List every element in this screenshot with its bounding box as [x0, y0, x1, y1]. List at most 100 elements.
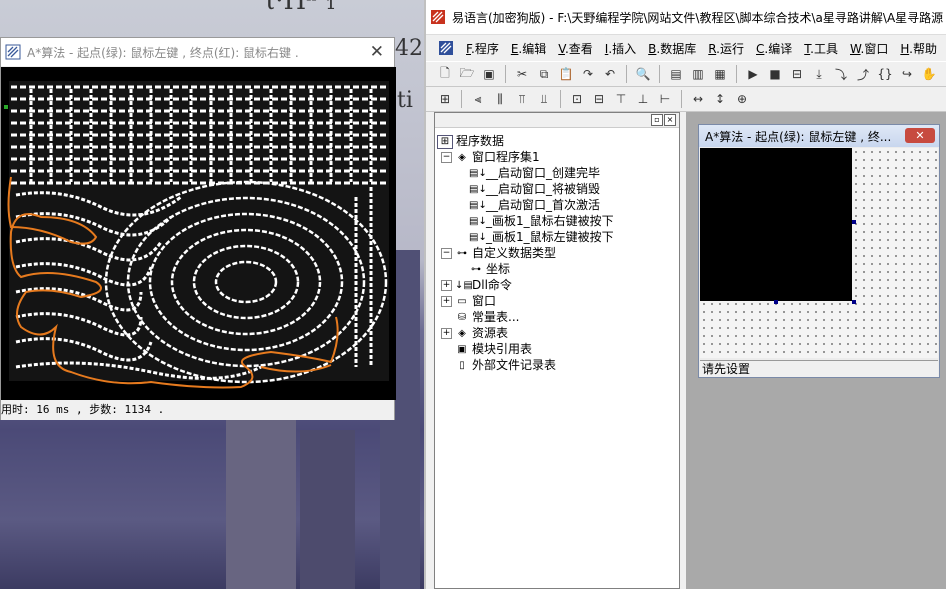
sub-icon: ▤↓ — [469, 215, 487, 227]
astar-titlebar[interactable]: A*算法 - 起点(绿): 鼠标左键 , 终点(红): 鼠标右键 . ✕ — [1, 38, 394, 66]
size-both-icon[interactable]: ⊕ — [733, 90, 751, 108]
tree-sub-5[interactable]: ▤↓_画板1_鼠标左键被按下 — [437, 229, 614, 245]
resize-handle[interactable] — [774, 300, 778, 304]
drawing-board[interactable] — [700, 148, 852, 301]
same-height-icon[interactable]: ⊥ — [634, 90, 652, 108]
tree-sub-3[interactable]: ▤↓__启动窗口_首次激活 — [437, 197, 614, 213]
align-center-icon[interactable]: ⫼ — [491, 90, 509, 108]
stop-icon[interactable]: ■ — [766, 65, 784, 83]
close-icon[interactable]: × — [664, 114, 676, 126]
app-icon — [5, 44, 21, 60]
building — [226, 420, 296, 589]
size-width-icon[interactable]: ↔ — [689, 90, 707, 108]
tree-program-set[interactable]: − ◈ 窗口程序集1 — [437, 149, 614, 165]
file-icon: ▯ — [459, 359, 465, 371]
tree-window[interactable]: + ▭ 窗口 — [437, 293, 614, 309]
astar-title: A*算法 - 起点(绿): 鼠标左键 , 终点(红): 鼠标右键 . — [27, 45, 299, 60]
design-form-titlebar[interactable]: A*算法 - 起点(绿): 鼠标左键 , 终... ✕ — [699, 125, 939, 147]
design-form-body[interactable] — [700, 148, 938, 358]
menu-database[interactable]: B.数据库 — [648, 40, 696, 57]
panel-header: ▫ × — [435, 113, 679, 128]
menu-help[interactable]: H.帮助 — [900, 40, 937, 57]
align-left-icon[interactable]: ⫷ — [469, 90, 487, 108]
run-icon[interactable]: ▶ — [744, 65, 762, 83]
resize-handle[interactable] — [852, 220, 856, 224]
stack-icon: ◈ — [458, 151, 466, 163]
layout-icon[interactable]: ▤ — [667, 65, 685, 83]
same-width-icon[interactable]: ⊤ — [612, 90, 630, 108]
step-into-icon[interactable]: ⤵ — [832, 65, 850, 83]
step-icon[interactable]: ⤓ — [810, 65, 828, 83]
tree-sub-1[interactable]: ▤↓__启动窗口_创建完毕 — [437, 165, 614, 181]
maze-drawing — [1, 67, 396, 400]
close-icon[interactable]: ✕ — [905, 128, 935, 143]
building — [300, 430, 355, 589]
copy-icon[interactable]: ⧉ — [535, 65, 553, 83]
save-icon[interactable]: ▣ — [480, 65, 498, 83]
layout-icon[interactable]: ▦ — [711, 65, 729, 83]
tree-sub-4[interactable]: ▤↓_画板1_鼠标右键被按下 — [437, 213, 614, 229]
menu-window[interactable]: W.窗口 — [850, 40, 888, 57]
dll-icon: ↓▤ — [455, 279, 473, 291]
step-over-icon[interactable]: ↪ — [898, 65, 916, 83]
maze-canvas[interactable] — [1, 67, 396, 400]
space-icon[interactable]: ⊢ — [656, 90, 674, 108]
ide-titlebar[interactable]: 易语言(加密狗版) - F:\天野编程学院\网站文件\教程区\脚本综合技术\a星… — [426, 0, 946, 35]
layout-icon[interactable]: ▥ — [689, 65, 707, 83]
redo-icon[interactable]: ↷ — [579, 65, 597, 83]
expand-icon[interactable]: + — [441, 328, 452, 339]
align-bottom-icon[interactable]: ⫫ — [535, 90, 553, 108]
design-form-status: 请先设置 — [700, 360, 938, 377]
menu-tools[interactable]: T.工具 — [804, 40, 838, 57]
tree-sub-2[interactable]: ▤↓__启动窗口_将被销毁 — [437, 181, 614, 197]
collapse-icon[interactable]: − — [441, 248, 452, 259]
expand-icon[interactable]: + — [441, 296, 452, 307]
menu-run[interactable]: R.运行 — [708, 40, 744, 57]
sub-icon: ▤↓ — [469, 167, 487, 179]
expand-icon[interactable]: + — [441, 280, 452, 291]
tree-dll[interactable]: + ↓▤Dll命令 — [437, 277, 614, 293]
paste-icon[interactable]: 📋 — [557, 65, 575, 83]
resize-handle[interactable] — [852, 300, 856, 304]
braces-icon[interactable]: {} — [876, 65, 894, 83]
open-folder-icon[interactable]: 🗁 — [458, 65, 476, 83]
close-icon[interactable]: ✕ — [370, 42, 384, 62]
design-form[interactable]: A*算法 - 起点(绿): 鼠标左键 , 终... ✕ 请先设置 — [698, 124, 940, 378]
background-text-top: ι·Πⁿ ₁ — [265, 0, 337, 16]
tree-coordinate-type[interactable]: ⊶ 坐标 — [437, 261, 614, 277]
center-vertical-icon[interactable]: ⊟ — [590, 90, 608, 108]
cut-icon[interactable]: ✂ — [513, 65, 531, 83]
menu-insert[interactable]: I.插入 — [605, 40, 636, 57]
pin-icon[interactable]: ▫ — [651, 114, 663, 126]
hand-icon[interactable]: ✋ — [920, 65, 938, 83]
design-form-title: A*算法 - 起点(绿): 鼠标左键 , 终... — [705, 129, 892, 144]
ide-window: 易语言(加密狗版) - F:\天野编程学院\网站文件\教程区\脚本综合技术\a星… — [424, 0, 946, 589]
menu-edit[interactable]: E.编辑 — [511, 40, 546, 57]
sub-icon: ▤↓ — [469, 183, 487, 195]
step-out-icon[interactable]: ⤴ — [854, 65, 872, 83]
program-tree-panel: ▫ × ⊞ 程序数据 − ◈ 窗口程序集1 ▤↓__启动窗口_创建完毕 ▤↓__启动窗… — [434, 112, 680, 589]
center-horizontal-icon[interactable]: ⊡ — [568, 90, 586, 108]
find-icon[interactable]: 🔍 — [634, 65, 652, 83]
align-top-icon[interactable]: ⫪ — [513, 90, 531, 108]
menu-program[interactable]: F.程序 — [466, 40, 499, 57]
sub-icon: ▤↓ — [469, 199, 487, 211]
toolbar-separator — [736, 65, 737, 83]
module-icon: ▣ — [457, 343, 467, 355]
size-height-icon[interactable]: ↕ — [711, 90, 729, 108]
new-file-icon[interactable]: 🗋 — [436, 65, 454, 83]
tree-custom-types[interactable]: − ⊶ 自定义数据类型 — [437, 245, 614, 261]
tree-icon: ⊞ — [437, 134, 453, 149]
debug-icon[interactable]: ⊟ — [788, 65, 806, 83]
tree-module-refs[interactable]: ▣ 模块引用表 — [437, 341, 614, 357]
tree-external-files[interactable]: ▯ 外部文件记录表 — [437, 357, 614, 373]
tree-root[interactable]: ⊞ 程序数据 — [437, 133, 614, 149]
tree-resources[interactable]: + ◈ 资源表 — [437, 325, 614, 341]
collapse-icon[interactable]: − — [441, 152, 452, 163]
undo-icon[interactable]: ↶ — [601, 65, 619, 83]
menu-view[interactable]: V.查看 — [558, 40, 593, 57]
grid-icon[interactable]: ⊞ — [436, 90, 454, 108]
tree-constants[interactable]: ⛁ 常量表... — [437, 309, 614, 325]
menu-bar: F.程序 E.编辑 V.查看 I.插入 B.数据库 R.运行 C.编译 T.工具… — [426, 35, 946, 61]
menu-compile[interactable]: C.编译 — [756, 40, 792, 57]
